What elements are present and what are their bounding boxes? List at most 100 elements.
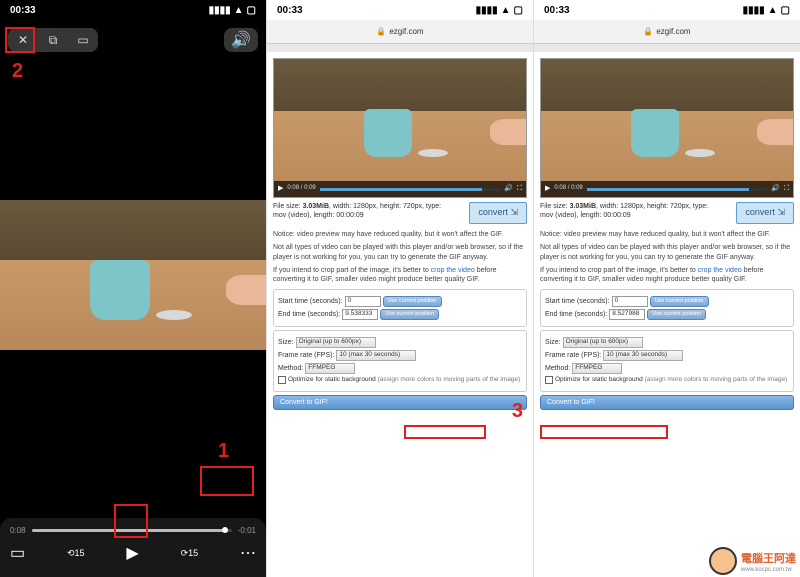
preview-time: 0:08 / 0:09 bbox=[554, 185, 582, 193]
fps-label: Frame rate (FPS): bbox=[278, 351, 334, 360]
address-bar[interactable]: 🔒 ezgif.com bbox=[267, 20, 533, 44]
status-indicators: ▮▮▮▮ ▲ ▢ bbox=[476, 5, 523, 16]
preview-volume-icon[interactable]: 🔊 bbox=[771, 184, 780, 193]
status-time: 00:33 bbox=[10, 5, 36, 16]
highlight-end-field bbox=[540, 425, 668, 439]
notice-quality: Notice: video preview may have reduced q… bbox=[273, 230, 527, 239]
close-button[interactable]: ✕ bbox=[8, 28, 38, 52]
end-current-button[interactable]: Use current position bbox=[380, 309, 439, 320]
notice-compat: Not all types of video can be played wit… bbox=[273, 243, 527, 262]
safari-ezgif-b: 00:33 ▮▮▮▮ ▲ ▢ 🔒 ezgif.com ▶ 0:08 / 0:09… bbox=[533, 0, 800, 577]
rewind-button[interactable]: ⟲15 bbox=[67, 548, 85, 559]
convert-button[interactable]: convert ⇲ bbox=[469, 202, 527, 224]
play-button[interactable]: ▶ bbox=[126, 543, 138, 563]
hand-object bbox=[226, 275, 266, 305]
scrubber-track[interactable] bbox=[32, 529, 232, 532]
url-text: ezgif.com bbox=[656, 27, 690, 36]
convert-gif-button[interactable]: Convert to GIF! bbox=[540, 395, 794, 410]
start-time-input[interactable]: 0 bbox=[345, 296, 381, 307]
lock-icon: 🔒 bbox=[376, 27, 386, 36]
video-preview[interactable]: ▶ 0:08 / 0:09 🔊 ⛶ bbox=[540, 58, 794, 198]
convert-icon: ⇲ bbox=[510, 207, 518, 217]
notice-compat: Not all types of video can be played wit… bbox=[540, 243, 794, 262]
highlight-scrubber bbox=[200, 466, 254, 496]
page-content: ▶ 0:08 / 0:09 🔊 ⛶ File size: 3.03MiB, wi… bbox=[267, 52, 533, 414]
method-select[interactable]: FFMPEG bbox=[305, 363, 355, 374]
end-time-input[interactable]: 8.527988 bbox=[609, 309, 645, 320]
signal-icon: ▮▮▮▮ bbox=[209, 5, 231, 16]
preview-track[interactable] bbox=[320, 188, 501, 191]
wifi-icon: ▲ bbox=[501, 5, 511, 16]
forward-button[interactable]: ⟳15 bbox=[181, 548, 199, 559]
file-info: File size: 3.03MiB, width: 1280px, heigh… bbox=[273, 202, 469, 220]
size-select[interactable]: Original (up to 600px) bbox=[563, 337, 643, 348]
optimize-label: Optimize for static background (assign m… bbox=[288, 376, 520, 384]
signal-icon: ▮▮▮▮ bbox=[743, 5, 765, 16]
video-frame bbox=[0, 200, 266, 350]
highlight-end-button bbox=[404, 425, 486, 439]
preview-track[interactable] bbox=[587, 188, 768, 191]
end-time-label: End time (seconds): bbox=[278, 310, 340, 319]
address-bar[interactable]: 🔒 ezgif.com bbox=[534, 20, 800, 44]
fps-label: Frame rate (FPS): bbox=[545, 351, 601, 360]
notice-crop: If you intend to crop part of the image,… bbox=[540, 266, 794, 285]
battery-icon: ▢ bbox=[247, 5, 256, 16]
preview-play-icon[interactable]: ▶ bbox=[545, 184, 550, 193]
more-button[interactable]: ⋯ bbox=[240, 543, 256, 563]
options-fieldset: Size: Original (up to 600px) Frame rate … bbox=[540, 330, 794, 391]
convert-button[interactable]: convert ⇲ bbox=[736, 202, 794, 224]
scrubber-thumb[interactable] bbox=[222, 527, 228, 533]
battery-icon: ▢ bbox=[514, 5, 523, 16]
status-time: 00:33 bbox=[544, 5, 570, 16]
watermark-text: 電腦王阿達 bbox=[741, 553, 796, 565]
optimize-checkbox[interactable] bbox=[545, 376, 553, 384]
optimize-checkbox[interactable] bbox=[278, 376, 286, 384]
start-current-button[interactable]: Use current position bbox=[383, 296, 442, 307]
size-select[interactable]: Original (up to 600px) bbox=[296, 337, 376, 348]
method-select[interactable]: FFMPEG bbox=[572, 363, 622, 374]
wifi-icon: ▲ bbox=[234, 5, 244, 16]
lid-object bbox=[156, 310, 192, 320]
notice-quality: Notice: video preview may have reduced q… bbox=[540, 230, 794, 239]
status-indicators: ▮▮▮▮ ▲ ▢ bbox=[209, 5, 256, 16]
preview-play-icon[interactable]: ▶ bbox=[278, 184, 283, 193]
watermark: 電腦王阿達 www.kocpc.com.tw bbox=[709, 547, 796, 575]
status-indicators: ▮▮▮▮ ▲ ▢ bbox=[743, 5, 790, 16]
pip-button[interactable]: ⧉ bbox=[38, 28, 68, 52]
size-label: Size: bbox=[545, 338, 561, 347]
size-label: Size: bbox=[278, 338, 294, 347]
fps-select[interactable]: 10 (max 30 seconds) bbox=[603, 350, 683, 361]
subtitles-button[interactable]: ▭ bbox=[68, 28, 98, 52]
method-label: Method: bbox=[278, 364, 303, 373]
preview-fullscreen-icon[interactable]: ⛶ bbox=[784, 184, 789, 193]
signal-icon: ▮▮▮▮ bbox=[476, 5, 498, 16]
player-top-controls: ✕ ⧉ ▭ 🔊 bbox=[0, 25, 266, 55]
start-current-button[interactable]: Use current position bbox=[650, 296, 709, 307]
label-2: 2 bbox=[12, 60, 23, 83]
fps-select[interactable]: 10 (max 30 seconds) bbox=[336, 350, 416, 361]
method-label: Method: bbox=[545, 364, 570, 373]
video-preview[interactable]: ▶ 0:08 / 0:09 🔊 ⛶ bbox=[273, 58, 527, 198]
status-bar: 00:33 ▮▮▮▮ ▲ ▢ bbox=[0, 0, 266, 20]
time-fieldset: Start time (seconds): 0 Use current posi… bbox=[273, 289, 527, 327]
lock-icon: 🔒 bbox=[643, 27, 653, 36]
crop-video-link[interactable]: crop the video bbox=[431, 267, 475, 274]
start-time-input[interactable]: 0 bbox=[612, 296, 648, 307]
iphone-video-player: 00:33 ▮▮▮▮ ▲ ▢ ✕ ⧉ ▭ 🔊 0:08 bbox=[0, 0, 266, 577]
end-time-input[interactable]: 9.538333 bbox=[342, 309, 378, 320]
time-current: 0:08 bbox=[10, 526, 26, 535]
safari-ezgif-a: 00:33 ▮▮▮▮ ▲ ▢ 🔒 ezgif.com ▶ 0:08 / 0:09… bbox=[266, 0, 533, 577]
airplay-button[interactable]: ▭ bbox=[10, 543, 25, 563]
battery-icon: ▢ bbox=[781, 5, 790, 16]
preview-volume-icon[interactable]: 🔊 bbox=[504, 184, 513, 193]
options-fieldset: Size: Original (up to 600px) Frame rate … bbox=[273, 330, 527, 391]
crop-video-link[interactable]: crop the video bbox=[698, 267, 742, 274]
convert-gif-button[interactable]: Convert to GIF! bbox=[273, 395, 527, 410]
wifi-icon: ▲ bbox=[768, 5, 778, 16]
preview-fullscreen-icon[interactable]: ⛶ bbox=[517, 184, 522, 193]
end-current-button[interactable]: Use current position bbox=[647, 309, 706, 320]
time-remaining: -0:01 bbox=[238, 526, 256, 535]
status-bar: 00:33 ▮▮▮▮ ▲ ▢ bbox=[267, 0, 533, 20]
player-bottom-controls: 0:08 -0:01 ▭ ⟲15 ▶ ⟳15 ⋯ bbox=[0, 518, 266, 577]
volume-button[interactable]: 🔊 bbox=[224, 28, 258, 52]
